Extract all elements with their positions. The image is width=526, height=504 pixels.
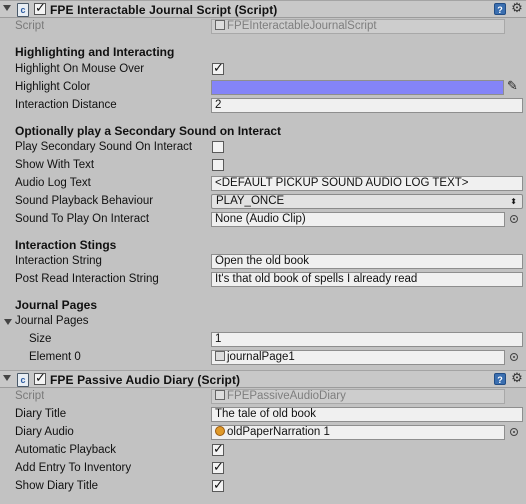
- dropdown-value: PLAY_ONCE: [216, 195, 285, 207]
- automatic-playback-checkbox[interactable]: [212, 442, 224, 457]
- triangle-down-icon[interactable]: [3, 5, 11, 11]
- interaction-distance-field[interactable]: 2: [211, 98, 523, 113]
- interaction-string-field[interactable]: Open the old book: [211, 254, 523, 269]
- object-picker-icon[interactable]: [510, 353, 518, 361]
- script-label: Script: [15, 20, 45, 32]
- diary-title-label: Diary Title: [15, 408, 67, 420]
- help-icon[interactable]: ?: [494, 3, 506, 15]
- component-enable-checkbox[interactable]: [34, 1, 46, 16]
- section-interaction-stings: Interaction Stings: [15, 238, 117, 252]
- scriptable-object-icon: [215, 351, 225, 361]
- gear-icon[interactable]: ⚙: [511, 2, 523, 15]
- diary-title-field[interactable]: The tale of old book: [211, 407, 523, 422]
- component-enable-checkbox[interactable]: [34, 371, 46, 386]
- show-with-text-label: Show With Text: [15, 159, 95, 171]
- sound-to-play-label: Sound To Play On Interact: [15, 213, 150, 225]
- interaction-string-label: Interaction String: [15, 255, 102, 267]
- interaction-distance-label: Interaction Distance: [15, 99, 117, 111]
- highlight-on-mouse-over-label: Highlight On Mouse Over: [15, 63, 145, 75]
- size-label: Size: [29, 333, 52, 345]
- gear-icon[interactable]: ⚙: [511, 372, 523, 385]
- size-field[interactable]: 1: [211, 332, 523, 347]
- post-read-string-label: Post Read Interaction String: [15, 273, 159, 285]
- script-field[interactable]: FPEPassiveAudioDiary: [211, 389, 505, 404]
- script-label: Script: [15, 390, 45, 402]
- eyedropper-icon[interactable]: ✎: [507, 80, 521, 94]
- sound-playback-behaviour-label: Sound Playback Behaviour: [15, 195, 154, 207]
- object-picker-icon[interactable]: [510, 428, 518, 436]
- automatic-playback-label: Automatic Playback: [15, 444, 116, 456]
- element-0-field[interactable]: journalPage1: [211, 350, 505, 365]
- add-entry-label: Add Entry To Inventory: [15, 462, 132, 474]
- triangle-down-icon[interactable]: [4, 319, 12, 325]
- diary-audio-value: oldPaperNarration 1: [227, 426, 330, 438]
- help-icon[interactable]: ?: [494, 373, 506, 385]
- section-secondary-sound: Optionally play a Secondary Sound on Int…: [15, 124, 282, 138]
- chevron-up-down-icon: ⬍: [510, 197, 517, 206]
- component-title: FPE Interactable Journal Script (Script): [50, 3, 278, 17]
- show-diary-title-checkbox[interactable]: [212, 478, 224, 493]
- audio-clip-icon: [215, 426, 225, 436]
- script-value: FPEPassiveAudioDiary: [227, 390, 346, 402]
- post-read-string-field[interactable]: It's that old book of spells I already r…: [211, 272, 523, 287]
- sound-to-play-field[interactable]: None (Audio Clip): [211, 212, 505, 227]
- diary-audio-label: Diary Audio: [15, 426, 74, 438]
- show-with-text-checkbox[interactable]: [212, 159, 224, 171]
- section-highlighting: Highlighting and Interacting: [15, 45, 175, 59]
- script-icon: [215, 390, 225, 400]
- object-picker-icon[interactable]: [510, 215, 518, 223]
- script-icon: [215, 20, 225, 30]
- highlight-color-label: Highlight Color: [15, 81, 91, 93]
- add-entry-checkbox[interactable]: [212, 460, 224, 475]
- element-0-label: Element 0: [29, 351, 81, 363]
- component-title: FPE Passive Audio Diary (Script): [50, 373, 241, 387]
- journal-pages-foldout[interactable]: Journal Pages: [15, 315, 89, 327]
- highlight-on-mouse-over-checkbox[interactable]: [212, 61, 224, 76]
- element-0-value: journalPage1: [227, 351, 295, 363]
- script-value: FPEInteractableJournalScript: [227, 20, 377, 32]
- triangle-down-icon[interactable]: [3, 375, 11, 381]
- show-diary-title-label: Show Diary Title: [15, 480, 99, 492]
- script-icon: c: [17, 373, 29, 387]
- script-icon: c: [17, 3, 29, 17]
- audio-log-text-label: Audio Log Text: [15, 177, 91, 189]
- audio-log-text-field[interactable]: <DEFAULT PICKUP SOUND AUDIO LOG TEXT>: [211, 176, 523, 191]
- sound-playback-behaviour-dropdown[interactable]: PLAY_ONCE ⬍: [211, 194, 523, 209]
- section-journal-pages: Journal Pages: [15, 298, 98, 312]
- component-header-journal-script[interactable]: c FPE Interactable Journal Script (Scrip…: [0, 0, 526, 18]
- component-header-audio-diary[interactable]: c FPE Passive Audio Diary (Script) ? ⚙: [0, 370, 526, 388]
- play-secondary-sound-label: Play Secondary Sound On Interact: [15, 141, 193, 153]
- play-secondary-sound-checkbox[interactable]: [212, 141, 224, 153]
- highlight-color-swatch[interactable]: [211, 80, 504, 95]
- diary-audio-field[interactable]: oldPaperNarration 1: [211, 425, 505, 440]
- script-field[interactable]: FPEInteractableJournalScript: [211, 19, 505, 34]
